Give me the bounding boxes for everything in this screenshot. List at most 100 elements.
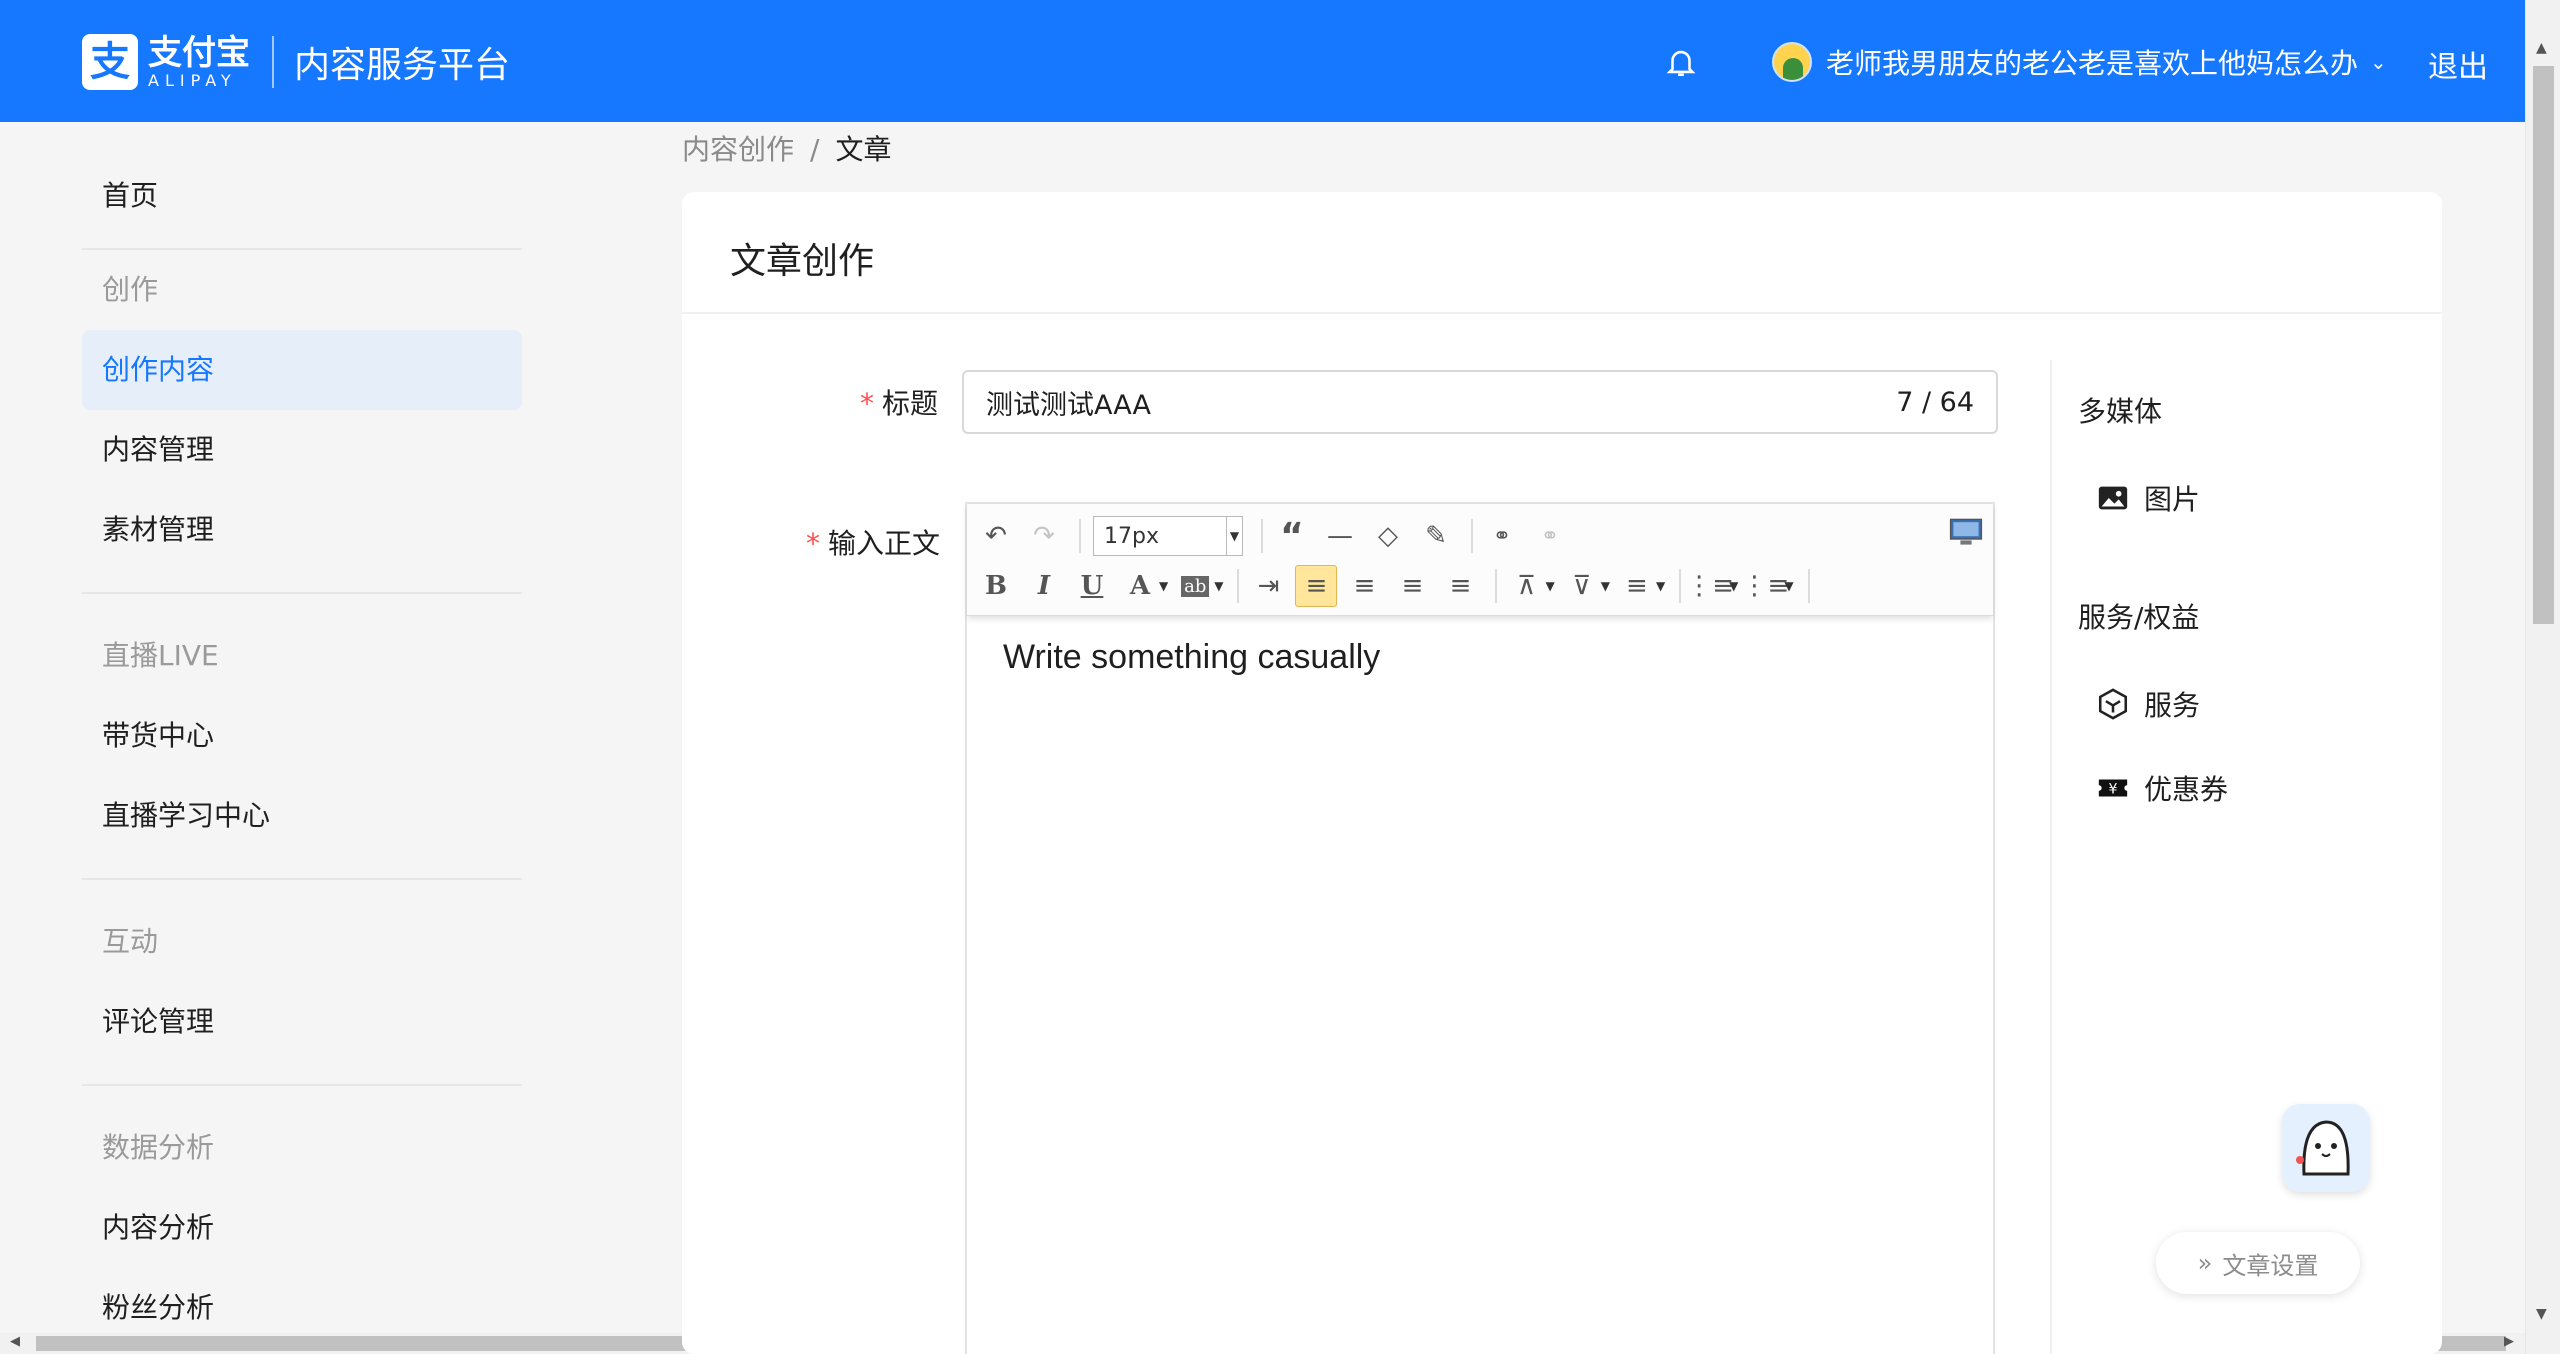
sidebar-group-live: 直播LIVE <box>102 639 219 672</box>
chevron-down-icon: ⌄ <box>2370 50 2387 74</box>
scroll-right-icon[interactable]: ▶ <box>2504 1334 2514 1349</box>
media-section-title: 多媒体 <box>2078 395 2163 428</box>
sidebar-divider <box>82 1084 522 1086</box>
sidebar-item-fans-analysis[interactable]: 粉丝分析 <box>82 1268 522 1348</box>
title-label: * 标题 <box>860 387 939 420</box>
align-left-icon[interactable]: ≡ <box>1295 565 1338 607</box>
coupon-label: 优惠券 <box>2144 773 2229 806</box>
service-cube-icon <box>2098 688 2128 720</box>
editor-toolbar: ↶ ↷ 17px ▼ “ — ◇ ✎ ⚭ ⚭ B I U A ▼ ab ▼ ⇥ … <box>967 504 1993 616</box>
coupon-icon: ¥ <box>2098 779 2128 798</box>
logo-divider <box>272 36 274 88</box>
sidebar-item-live-learning[interactable]: 直播学习中心 <box>82 776 522 856</box>
chevron-down-icon[interactable]: ▼ <box>1545 579 1554 593</box>
chevron-down-icon[interactable]: ▼ <box>1784 579 1793 593</box>
chevron-down-icon[interactable]: ▼ <box>1729 579 1738 593</box>
breadcrumb: 内容创作 / 文章 <box>682 128 891 168</box>
undo-icon[interactable]: ↶ <box>975 515 1017 557</box>
user-name: 老师我男朋友的老公老是喜欢上他妈怎么办 <box>1826 47 2359 80</box>
top-header: 支 支付宝 ALIPAY 内容服务平台 老师我男朋友的老公老是喜欢上他妈怎么办 … <box>0 0 2525 122</box>
sidebar: 首页 创作 创作内容 内容管理 素材管理 直播LIVE 带货中心 直播学习中心 … <box>82 122 522 1348</box>
breadcrumb-separator: / <box>810 133 820 166</box>
sidebar-item-sales-center[interactable]: 带货中心 <box>82 696 522 776</box>
double-chevron-icon: » <box>2197 1249 2213 1277</box>
article-settings-label: 文章设置 <box>2222 1251 2319 1280</box>
underline-icon[interactable]: U <box>1071 565 1113 607</box>
redo-icon[interactable]: ↷ <box>1023 515 1065 557</box>
align-justify-icon[interactable]: ≡ <box>1439 565 1481 607</box>
vertical-scroll-thumb[interactable] <box>2533 66 2554 624</box>
sidebar-item-material-management[interactable]: 素材管理 <box>82 490 522 570</box>
sidebar-group-create: 创作 <box>102 273 159 306</box>
font-color-icon[interactable]: A <box>1119 565 1161 607</box>
assistant-mascot-button[interactable] <box>2282 1104 2370 1192</box>
chevron-down-icon[interactable]: ▼ <box>1214 579 1223 593</box>
required-mark: * <box>860 387 874 420</box>
notification-bell-icon[interactable] <box>1664 44 1698 80</box>
align-center-icon[interactable]: ≡ <box>1343 565 1385 607</box>
insert-image-button[interactable]: 图片 <box>2096 478 2200 518</box>
chevron-down-icon[interactable]: ▼ <box>1601 579 1610 593</box>
chevron-down-icon[interactable]: ▼ <box>1159 579 1168 593</box>
row-spacing-top-icon[interactable]: ⊼ <box>1505 565 1547 607</box>
required-mark: * <box>806 527 820 560</box>
body-label: * 输入正文 <box>806 527 941 560</box>
align-right-icon[interactable]: ≡ <box>1391 565 1433 607</box>
unordered-list-icon[interactable]: ⋮≡ <box>1686 565 1734 607</box>
platform-title: 内容服务平台 <box>294 45 511 86</box>
svg-text:¥: ¥ <box>2108 782 2117 798</box>
chevron-down-icon: ▼ <box>1226 517 1242 555</box>
preview-icon[interactable] <box>1949 518 1983 546</box>
eraser-icon[interactable]: ◇ <box>1367 515 1409 557</box>
title-char-count: 7 / 64 <box>1896 386 1974 418</box>
format-painter-icon[interactable]: ✎ <box>1415 515 1457 557</box>
breadcrumb-current: 文章 <box>835 133 892 166</box>
sidebar-item-create-content[interactable]: 创作内容 <box>82 330 522 410</box>
title-input-value: 测试测试AAA <box>986 389 1151 421</box>
vertical-scrollbar[interactable]: ▲ ▼ <box>2525 0 2560 1354</box>
breadcrumb-parent[interactable]: 内容创作 <box>682 133 794 166</box>
sidebar-item-content-management[interactable]: 内容管理 <box>82 410 522 490</box>
editor-content[interactable]: Write something casually <box>1003 638 1380 677</box>
sidebar-group-analytics: 数据分析 <box>102 1131 215 1164</box>
sidebar-item-comment-management[interactable]: 评论管理 <box>82 982 522 1062</box>
panel-divider <box>2050 360 2052 1354</box>
link-icon[interactable]: ⚭ <box>1481 515 1523 557</box>
logo-en-text: ALIPAY <box>148 71 237 90</box>
scroll-up-icon[interactable]: ▲ <box>2536 40 2547 56</box>
user-menu[interactable]: 老师我男朋友的老公老是喜欢上他妈怎么办 ⌄ <box>1772 42 2387 82</box>
insert-service-button[interactable]: 服务 <box>2096 684 2200 724</box>
sidebar-divider <box>82 878 522 880</box>
ordered-list-icon[interactable]: ⋮≡ <box>1742 565 1790 607</box>
quote-icon[interactable]: “ <box>1271 515 1313 557</box>
chevron-down-icon[interactable]: ▼ <box>1656 579 1665 593</box>
article-settings-button[interactable]: » 文章设置 <box>2156 1232 2360 1294</box>
logout-button[interactable]: 退出 <box>2428 42 2488 86</box>
sidebar-item-home[interactable]: 首页 <box>82 156 522 236</box>
mascot-icon <box>2296 1120 2350 1176</box>
rich-text-editor[interactable]: ↶ ↷ 17px ▼ “ — ◇ ✎ ⚭ ⚭ B I U A ▼ ab ▼ ⇥ … <box>965 502 1995 1354</box>
page-title: 文章创作 <box>730 241 875 282</box>
scroll-down-icon[interactable]: ▼ <box>2536 1306 2547 1322</box>
card-divider <box>682 312 2442 314</box>
sidebar-item-content-analysis[interactable]: 内容分析 <box>82 1188 522 1268</box>
scroll-left-icon[interactable]: ◀ <box>10 1334 20 1349</box>
indent-icon[interactable]: ⇥ <box>1247 565 1289 607</box>
horizontal-rule-icon[interactable]: — <box>1319 515 1361 557</box>
logo-cn-text: 支付宝 <box>148 33 250 73</box>
alipay-logo[interactable]: 支 支付宝 ALIPAY 内容服务平台 <box>82 34 510 90</box>
avatar <box>1772 42 1812 82</box>
sidebar-group-interaction: 互动 <box>102 925 159 958</box>
alipay-logo-icon: 支 <box>82 34 138 90</box>
bold-icon[interactable]: B <box>975 565 1017 607</box>
font-size-select[interactable]: 17px ▼ <box>1093 516 1243 556</box>
line-height-icon[interactable]: ≡ <box>1616 565 1658 607</box>
font-size-value: 17px <box>1104 523 1159 549</box>
insert-coupon-button[interactable]: ¥ 优惠券 <box>2096 768 2228 808</box>
highlight-icon[interactable]: ab <box>1174 565 1216 607</box>
italic-icon[interactable]: I <box>1023 565 1065 607</box>
unlink-icon[interactable]: ⚭ <box>1529 515 1571 557</box>
row-spacing-bottom-icon[interactable]: ⊽ <box>1561 565 1603 607</box>
title-input[interactable]: 测试测试AAA 7 / 64 <box>962 370 1998 434</box>
image-label: 图片 <box>2144 483 2201 516</box>
